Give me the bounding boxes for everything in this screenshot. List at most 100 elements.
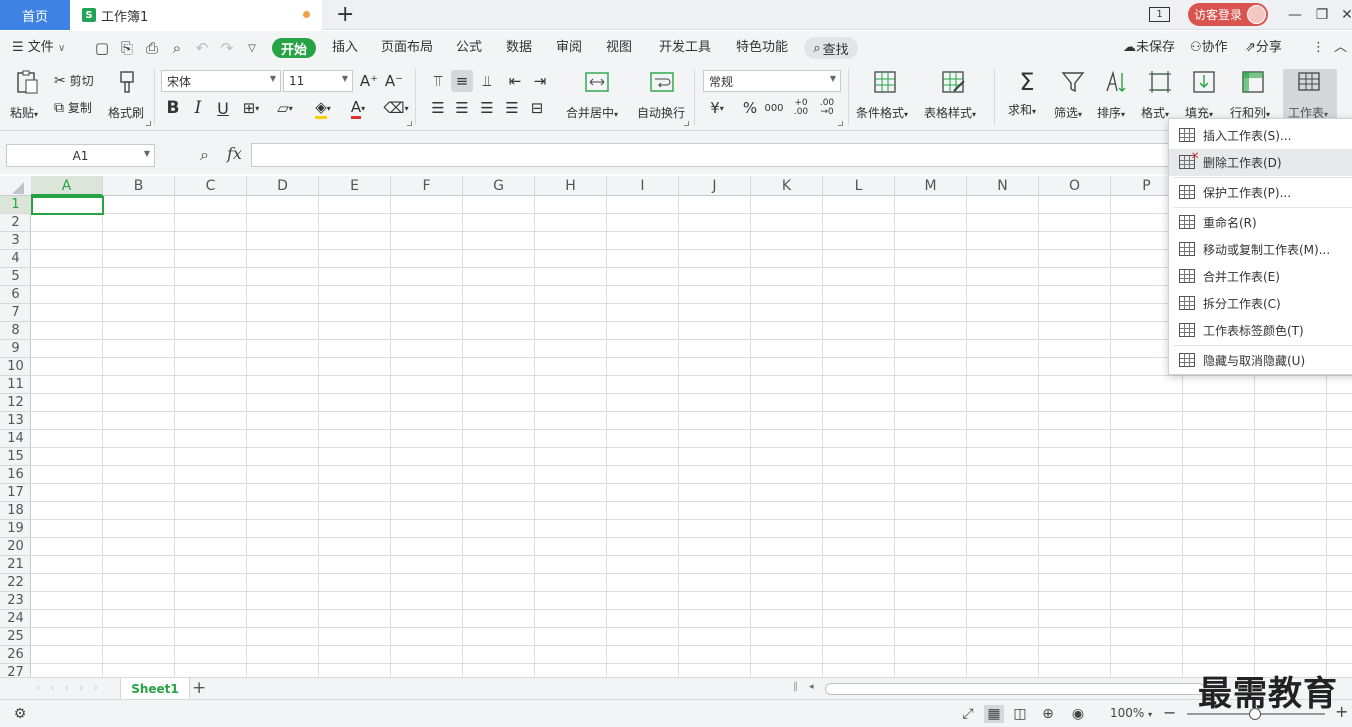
font-size-select[interactable]: 11 ▼ (283, 70, 353, 92)
menu-item-delete-sheet[interactable]: ✕ 删除工作表(D) (1169, 149, 1352, 176)
zoom-out-icon[interactable]: − (1163, 703, 1176, 722)
currency-icon[interactable]: ¥ ▾ (706, 97, 728, 119)
menu-item-move-copy[interactable]: 移动或复制工作表(M)... (1169, 236, 1352, 263)
column-header[interactable]: L (823, 176, 895, 196)
merge-center-button[interactable]: 合并居中▾ (566, 69, 628, 125)
add-sheet-button[interactable]: + (192, 678, 206, 698)
table-style-button[interactable]: 表格样式▾ (924, 69, 984, 125)
tab-home[interactable]: 首页 (0, 0, 70, 30)
customize-toolbar-icon[interactable]: ▽ (242, 38, 262, 58)
menu-item-protect-sheet[interactable]: 保护工作表(P)... (1169, 179, 1352, 206)
fill-button[interactable]: 填充▾ (1185, 69, 1225, 125)
row-header[interactable]: 27 (0, 664, 31, 677)
row-header[interactable]: 9 (0, 340, 31, 358)
tab-workbook[interactable]: S 工作簿1 (70, 0, 322, 30)
tab-insert[interactable]: 插入 (332, 39, 358, 57)
align-middle-icon[interactable]: ≡ (451, 70, 473, 92)
column-header[interactable]: H (535, 176, 607, 196)
macro-icon[interactable]: ⚙ (10, 705, 30, 723)
menu-item-insert-sheet[interactable]: 插入工作表(S)... (1169, 122, 1352, 149)
paste-button[interactable]: 粘贴▾ (10, 69, 46, 125)
column-header[interactable]: E (319, 176, 391, 196)
row-header[interactable]: 15 (0, 448, 31, 466)
print-preview-icon[interactable]: ⌕ (167, 38, 187, 58)
decrease-indent-icon[interactable]: ⇤ (504, 70, 526, 92)
tab-developer[interactable]: 开发工具 (659, 39, 711, 57)
row-header[interactable]: 26 (0, 646, 31, 664)
new-tab-button[interactable]: + (336, 3, 354, 27)
column-header[interactable]: I (607, 176, 679, 196)
align-right-icon[interactable]: ☰ (476, 97, 498, 119)
sheet-nav-icon[interactable]: ‹‹‹›› (36, 681, 108, 694)
row-header[interactable]: 23 (0, 592, 31, 610)
row-col-button[interactable]: 行和列▾ (1230, 69, 1278, 125)
row-header[interactable]: 19 (0, 520, 31, 538)
italic-button[interactable]: I (187, 97, 209, 119)
fullscreen-icon[interactable]: ⤢ (958, 705, 978, 723)
align-top-icon[interactable]: ⫪ (427, 70, 449, 92)
name-box[interactable]: A1 ▼ (6, 144, 155, 167)
menu-item-rename[interactable]: 重命名(R) (1169, 209, 1352, 236)
border-icon[interactable]: ⊞ ▾ (240, 97, 262, 119)
active-cell[interactable] (31, 196, 104, 215)
minimize-button[interactable]: — (1284, 4, 1306, 26)
distribute-icon[interactable]: ⊟ (526, 97, 548, 119)
row-header[interactable]: 4 (0, 250, 31, 268)
normal-view-icon[interactable]: ▦ (984, 705, 1004, 723)
wrap-text-button[interactable]: 自动换行 (637, 69, 689, 125)
row-header[interactable]: 7 (0, 304, 31, 322)
tab-start[interactable]: 开始 (272, 38, 316, 58)
search-button[interactable]: ⌕ 查找 (804, 37, 858, 59)
alignment-launcher-icon[interactable] (684, 121, 689, 126)
column-header[interactable]: D (247, 176, 319, 196)
scroll-handle-icon[interactable]: ‖ (793, 681, 798, 692)
shape-style-icon[interactable]: ▱ ▾ (274, 97, 296, 119)
zoom-formula-icon[interactable]: ⌕ (200, 145, 209, 165)
row-header[interactable]: 6 (0, 286, 31, 304)
undo-icon[interactable]: ↶ (192, 38, 212, 58)
redo-icon[interactable]: ↷ (217, 38, 237, 58)
underline-button[interactable]: U (212, 97, 234, 119)
menu-item-hide-unhide[interactable]: 隐藏与取消隐藏(U) (1169, 347, 1352, 374)
percent-icon[interactable]: % (739, 97, 761, 119)
row-header[interactable]: 2 (0, 214, 31, 232)
menu-item-split-sheet[interactable]: 拆分工作表(C) (1169, 290, 1352, 317)
reading-mode-icon[interactable]: ⊕ (1038, 705, 1058, 723)
collab-button[interactable]: ⚇协作 (1190, 39, 1228, 57)
restore-button[interactable]: ❐ (1311, 4, 1333, 26)
row-header[interactable]: 24 (0, 610, 31, 628)
export-pdf-icon[interactable]: ⎘ (117, 38, 137, 58)
thousands-icon[interactable]: 000 (763, 97, 785, 119)
collapse-ribbon-icon[interactable]: ︿ (1334, 39, 1347, 57)
sum-button[interactable]: Σ 求和▾ (1008, 69, 1048, 125)
row-header[interactable]: 20 (0, 538, 31, 556)
align-left-icon[interactable]: ☰ (427, 97, 449, 119)
number-format-select[interactable]: 常规 ▼ (703, 70, 841, 92)
font-shrink-icon[interactable]: A⁻ (383, 70, 405, 92)
row-header[interactable]: 1 (0, 196, 31, 214)
bold-button[interactable]: B (162, 97, 184, 119)
close-button[interactable]: ✕ (1336, 4, 1352, 26)
row-header[interactable]: 8 (0, 322, 31, 340)
row-header[interactable]: 10 (0, 358, 31, 376)
save-icon[interactable]: ▢ (92, 38, 112, 58)
increase-indent-icon[interactable]: ⇥ (529, 70, 551, 92)
fx-icon[interactable]: fx (227, 144, 242, 163)
fill-color-icon[interactable]: ◈ ▾ (312, 97, 334, 119)
worksheet-button[interactable]: 工作表▾ (1283, 69, 1337, 120)
font-color-icon[interactable]: A ▾ (347, 97, 369, 119)
align-center-icon[interactable]: ☰ (451, 97, 473, 119)
column-header[interactable]: J (679, 176, 751, 196)
format-button[interactable]: 格式▾ (1141, 69, 1181, 125)
tab-formulas[interactable]: 公式 (456, 39, 482, 57)
font-launcher-icon[interactable] (407, 121, 412, 126)
sort-button[interactable]: 排序▾ (1097, 69, 1137, 125)
page-break-view-icon[interactable]: ◫ (1010, 705, 1030, 723)
format-painter-button[interactable]: 格式刷 (108, 69, 148, 125)
row-header[interactable]: 14 (0, 430, 31, 448)
menu-item-tab-color[interactable]: 工作表标签颜色(T) (1169, 317, 1352, 344)
decrease-decimal-icon[interactable]: .00 →0 (816, 97, 838, 119)
row-header[interactable]: 11 (0, 376, 31, 394)
column-header[interactable]: K (751, 176, 823, 196)
select-all-corner[interactable] (12, 182, 24, 194)
